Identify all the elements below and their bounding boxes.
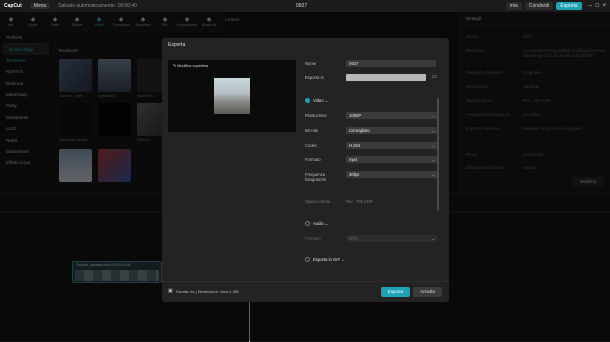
mia-button[interactable]: mia bbox=[505, 2, 522, 10]
export-to-label: Esporta in bbox=[305, 75, 324, 80]
audio-checkbox[interactable] bbox=[305, 221, 310, 226]
export-path-input[interactable] bbox=[346, 74, 426, 81]
gif-section-label: Esporta in GIF ⌄ bbox=[313, 257, 345, 262]
chevron-down-icon: ⌄ bbox=[431, 113, 435, 118]
maximize-icon[interactable]: ☐ bbox=[595, 3, 599, 9]
edit-cover-label[interactable]: ✎ Modifica copertina bbox=[173, 63, 208, 68]
export-dialog: Esporta ✎ Modifica copertina Nome 0927 E… bbox=[162, 38, 449, 302]
field-label: Formato bbox=[305, 157, 321, 162]
title-bar: CapCut Menu Salvato automaticamente: 18:… bbox=[0, 0, 610, 12]
field-label: Bit rate bbox=[305, 128, 319, 133]
chevron-down-icon: ⌄ bbox=[431, 172, 435, 177]
name-label: Nome bbox=[305, 61, 317, 66]
project-name: 0927 bbox=[296, 3, 308, 9]
audio-format-label: Formato bbox=[305, 236, 321, 241]
export-top-button[interactable]: Esporta bbox=[556, 2, 582, 10]
field-select[interactable]: mp4 ⌄ bbox=[346, 156, 438, 163]
minimize-icon[interactable]: – bbox=[589, 3, 592, 9]
field-label: Codec bbox=[305, 143, 318, 148]
film-icon: ▣ bbox=[168, 288, 173, 294]
color-space-label: Spazio colore bbox=[305, 199, 331, 204]
close-icon[interactable]: × bbox=[602, 3, 606, 9]
edit-cover-text: Modifica copertina bbox=[177, 64, 209, 68]
audio-section-label: Audio ⌄ bbox=[313, 221, 329, 226]
chevron-down-icon: ⌄ bbox=[431, 128, 435, 133]
chevron-down-icon: ⌄ bbox=[431, 143, 435, 148]
cover-preview[interactable]: ✎ Modifica copertina bbox=[168, 60, 296, 132]
gif-checkbox[interactable] bbox=[305, 257, 310, 262]
export-info: Durata: 6s | Dimensioni: circa 4 MB bbox=[176, 289, 239, 294]
autosave-status: Salvato automaticamente: 18:00:40 bbox=[58, 3, 137, 9]
field-value: H.264 bbox=[349, 143, 361, 148]
field-value: mp4 bbox=[349, 157, 358, 162]
chevron-down-icon: ⌄ bbox=[431, 157, 435, 162]
export-button[interactable]: Esporta bbox=[381, 287, 410, 297]
field-select[interactable]: 30fps ⌄ bbox=[346, 171, 438, 178]
field-select[interactable]: 1080P ⌄ bbox=[346, 112, 438, 119]
field-label: Frequenza fotogrammi bbox=[305, 172, 326, 182]
cover-image bbox=[214, 78, 250, 114]
app-logo: CapCut bbox=[4, 3, 22, 9]
video-section-label: Video ⌄ bbox=[313, 98, 329, 103]
field-label: Risoluzione bbox=[305, 113, 327, 118]
dialog-footer: ▣ Durata: 6s | Dimensioni: circa 4 MB Es… bbox=[162, 281, 449, 302]
name-input[interactable]: 0927 bbox=[346, 60, 436, 67]
field-value: Consigliato bbox=[349, 128, 370, 133]
settings-scrollbar[interactable] bbox=[437, 98, 439, 211]
color-space-value: Rec. 709 SDR bbox=[346, 199, 373, 204]
folder-icon[interactable]: ▭ bbox=[432, 74, 437, 80]
field-value: 1080P bbox=[349, 113, 362, 118]
audio-format-select[interactable]: MP3 ⌄ bbox=[346, 235, 438, 242]
menu-button[interactable]: Menu bbox=[29, 3, 51, 9]
video-checkbox[interactable] bbox=[305, 98, 310, 103]
dialog-title: Esporta bbox=[168, 42, 186, 48]
cancel-button[interactable]: Annulla bbox=[413, 287, 442, 297]
field-value: 30fps bbox=[349, 172, 360, 177]
field-select[interactable]: H.264 ⌄ bbox=[346, 142, 438, 149]
field-select[interactable]: Consigliato ⌄ bbox=[346, 127, 438, 134]
share-button[interactable]: Condividi bbox=[524, 2, 554, 10]
